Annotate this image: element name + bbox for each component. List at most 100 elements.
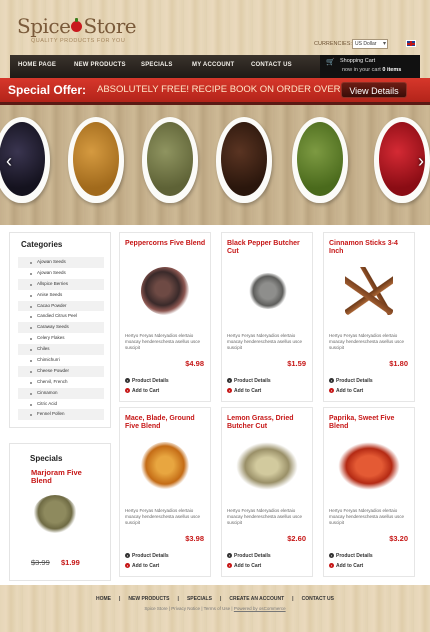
nav-contact-us[interactable]: CONTACT US bbox=[251, 62, 292, 68]
nav-specials[interactable]: SPECIALS bbox=[141, 62, 173, 68]
product-image[interactable] bbox=[345, 267, 393, 315]
product-details-link[interactable]: › Product Details bbox=[329, 378, 373, 384]
category-item[interactable]: Celery Flakes bbox=[18, 333, 104, 344]
add-to-cart-label: Add to Cart bbox=[132, 563, 160, 569]
product-details-link[interactable]: › Product Details bbox=[227, 553, 271, 559]
product-name[interactable]: Lemon Grass, Dried Butcher Cut bbox=[227, 415, 309, 431]
slider-next-icon[interactable]: › bbox=[414, 150, 428, 172]
product-image[interactable] bbox=[248, 273, 288, 309]
footer-separator: | bbox=[177, 596, 179, 602]
tagline: QUALITY PRODUCTS FOR YOU bbox=[31, 38, 126, 44]
product-details-link[interactable]: › Product Details bbox=[227, 378, 271, 384]
logo-text-spice: Spice bbox=[17, 14, 71, 38]
footer-sub: Spice Store | Privacy Notice | Terms of … bbox=[144, 606, 286, 611]
footer-separator: | bbox=[119, 596, 121, 602]
add-to-cart-link[interactable]: › Add to Cart bbox=[227, 388, 261, 394]
slider-prev-icon[interactable]: ‹ bbox=[2, 150, 16, 172]
spoon-image bbox=[140, 117, 200, 215]
category-item[interactable]: Fennel Pollen bbox=[18, 409, 104, 421]
product-details-label: Product Details bbox=[132, 378, 169, 384]
product-price: $1.59 bbox=[287, 359, 306, 368]
header: Spice Store QUALITY PRODUCTS FOR YOU CURR… bbox=[0, 0, 430, 55]
product-description: Hertyo Feryas Nderyadios elertaio moacay… bbox=[125, 333, 201, 350]
product-image[interactable] bbox=[338, 442, 400, 490]
category-item[interactable]: Cinnamon bbox=[18, 387, 104, 399]
cart-title: Shopping Cart bbox=[340, 58, 376, 64]
spoon-image bbox=[290, 117, 350, 215]
nav-home-page[interactable]: HOME PAGE bbox=[18, 62, 56, 68]
category-item[interactable]: Chervil, French bbox=[18, 377, 104, 388]
arrow-icon: › bbox=[125, 563, 130, 568]
product-details-label: Product Details bbox=[132, 553, 169, 559]
footer-link-specials[interactable]: SPECIALS bbox=[187, 596, 212, 602]
add-to-cart-link[interactable]: › Add to Cart bbox=[329, 388, 363, 394]
footer-nav: HOME | NEW PRODUCTS | SPECIALS | CREATE AN ACC… bbox=[0, 596, 430, 602]
product-card: Peppercorns Five Blend Hertyo Feryas Nde… bbox=[119, 232, 211, 402]
footer-link-new-products[interactable]: NEW PRODUCTS bbox=[128, 596, 169, 602]
product-name[interactable]: Black Pepper Butcher Cut bbox=[227, 240, 309, 256]
category-item[interactable]: Cheese Powder bbox=[18, 365, 104, 377]
specials-product-image[interactable] bbox=[33, 495, 77, 533]
category-item[interactable]: Allspice Berries bbox=[18, 278, 104, 290]
product-details-link[interactable]: › Product Details bbox=[125, 553, 169, 559]
product-image[interactable] bbox=[236, 442, 298, 490]
arrow-icon: › bbox=[227, 553, 232, 558]
product-details-link[interactable]: › Product Details bbox=[125, 378, 169, 384]
product-description: Hertyo Feryas Nderyadios elertaio moacay… bbox=[329, 508, 405, 525]
add-to-cart-link[interactable]: › Add to Cart bbox=[227, 563, 261, 569]
category-item[interactable]: Cacao Powder bbox=[18, 300, 104, 312]
special-offer-bar: Special Offer: ABSOLUTELY FREE! RECIPE B… bbox=[0, 78, 430, 102]
currency-select[interactable]: US Dollar bbox=[352, 39, 388, 49]
nav-my-account[interactable]: MY ACCOUNT bbox=[192, 62, 234, 68]
arrow-icon: › bbox=[227, 388, 232, 393]
footer-privacy-link[interactable]: Privacy Notice bbox=[171, 606, 200, 611]
footer-link-create-account[interactable]: CREATE AN ACCOUNT bbox=[229, 596, 284, 602]
add-to-cart-link[interactable]: › Add to Cart bbox=[125, 563, 159, 569]
add-to-cart-label: Add to Cart bbox=[336, 388, 364, 394]
category-item[interactable]: Anise Seeds bbox=[18, 290, 104, 301]
shopping-cart[interactable]: 🛒 Shopping Cart now in your cart 0 items bbox=[320, 55, 420, 78]
product-image[interactable] bbox=[141, 442, 189, 490]
category-item[interactable]: Caraway Seeds bbox=[18, 322, 104, 334]
category-item[interactable]: Citric Acid bbox=[18, 399, 104, 410]
arrow-icon: › bbox=[125, 378, 130, 383]
arrow-icon: › bbox=[227, 378, 232, 383]
product-card: Paprika, Sweet Five Blend Hertyo Feryas … bbox=[323, 407, 415, 577]
product-name[interactable]: Peppercorns Five Blend bbox=[125, 240, 207, 248]
product-details-label: Product Details bbox=[336, 553, 373, 559]
category-item[interactable]: Chiles bbox=[18, 344, 104, 356]
categories-title: Categories bbox=[21, 240, 63, 249]
cart-icon: 🛒 bbox=[326, 59, 335, 66]
product-name[interactable]: Mace, Blade, Ground Five Blend bbox=[125, 415, 207, 431]
store-logo[interactable]: Spice Store bbox=[17, 14, 137, 38]
footer-powered-link[interactable]: Powered by osCommerce bbox=[234, 606, 286, 611]
view-details-button[interactable]: View Details bbox=[341, 82, 407, 98]
category-item[interactable]: Chimichurri bbox=[18, 355, 104, 366]
add-to-cart-link[interactable]: › Add to Cart bbox=[125, 388, 159, 394]
product-description: Hertyo Feryas Nderyadios elertaio moacay… bbox=[329, 333, 405, 350]
product-name[interactable]: Paprika, Sweet Five Blend bbox=[329, 415, 411, 431]
specials-product-name[interactable]: Marjoram Five Blend bbox=[31, 469, 101, 485]
specials-new-price: $1.99 bbox=[61, 558, 80, 567]
add-to-cart-label: Add to Cart bbox=[234, 388, 262, 394]
category-item[interactable]: Ajowan Seeds bbox=[18, 257, 104, 268]
category-item[interactable]: Candied Citrus Peel bbox=[18, 311, 104, 322]
product-name[interactable]: Cinnamon Sticks 3-4 Inch bbox=[329, 240, 411, 256]
arrow-icon: › bbox=[329, 388, 334, 393]
arrow-icon: › bbox=[329, 553, 334, 558]
footer-link-home[interactable]: HOME bbox=[96, 596, 111, 602]
uk-flag-icon[interactable] bbox=[406, 40, 416, 47]
footer-terms-link[interactable]: Terms of Use bbox=[204, 606, 231, 611]
cart-summary: now in your cart 0 items bbox=[342, 67, 401, 73]
nav-new-products[interactable]: NEW PRODUCTS bbox=[74, 62, 126, 68]
footer-store-name: Spice Store bbox=[144, 606, 168, 611]
offer-title: Special Offer: bbox=[8, 83, 87, 97]
product-image[interactable] bbox=[141, 267, 189, 315]
product-details-link[interactable]: › Product Details bbox=[329, 553, 373, 559]
currency-label: CURRENCIES: bbox=[314, 41, 352, 47]
product-price: $3.98 bbox=[185, 534, 204, 543]
add-to-cart-link[interactable]: › Add to Cart bbox=[329, 563, 363, 569]
footer-link-contact-us[interactable]: CONTACT US bbox=[302, 596, 334, 602]
cart-summary-text: now in your cart bbox=[342, 67, 381, 73]
category-item[interactable]: Ajowan Seeds bbox=[18, 268, 104, 279]
